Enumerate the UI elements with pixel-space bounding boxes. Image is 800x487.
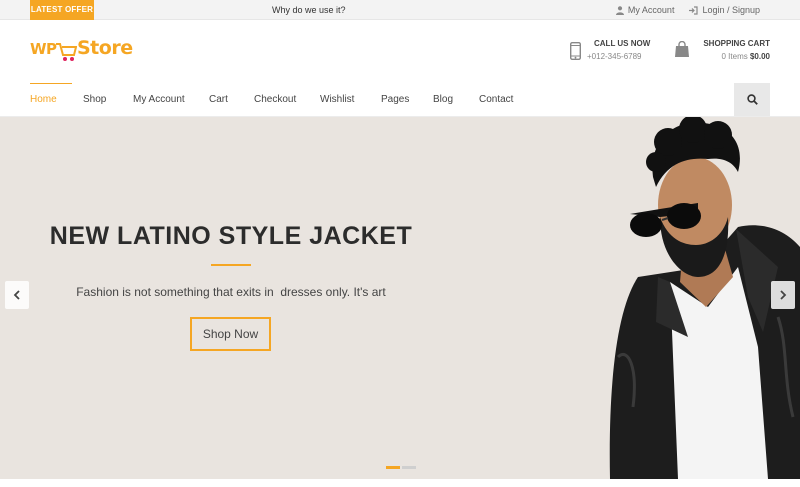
shop-now-button[interactable]: Shop Now — [190, 317, 271, 351]
site-header: WP Store CALL US NOW +012-345-6789 SHOPP… — [0, 21, 800, 83]
hero-slider: NEW LATINO STYLE JACKET Fashion is not s… — [0, 117, 800, 479]
hero-divider — [211, 264, 251, 266]
news-ticker[interactable]: Why do we use it? — [272, 0, 346, 20]
logo-store-text: Store — [77, 37, 133, 59]
logo-wp-text: WP — [30, 40, 57, 58]
chevron-left-icon — [13, 290, 20, 300]
slider-dot-2[interactable] — [402, 466, 416, 469]
shopping-bag-icon — [675, 41, 689, 57]
cart-summary: 0 Items $0.00 — [722, 52, 771, 61]
slider-next-button[interactable] — [771, 281, 795, 309]
login-icon — [689, 5, 699, 15]
nav-cart[interactable]: Cart — [209, 83, 228, 117]
latest-offer-badge[interactable]: LATEST OFFER — [30, 0, 94, 20]
slider-dot-1[interactable] — [386, 466, 400, 469]
nav-shop[interactable]: Shop — [83, 83, 106, 117]
call-us-title: CALL US NOW — [594, 39, 651, 48]
my-account-link[interactable]: My Account — [615, 5, 675, 15]
cart-total: $0.00 — [749, 52, 770, 61]
cart-icon — [56, 43, 77, 61]
slider-prev-button[interactable] — [5, 281, 29, 309]
login-signup-label: Login / Signup — [702, 5, 760, 15]
nav-contact[interactable]: Contact — [479, 83, 513, 117]
user-icon — [615, 5, 624, 15]
top-links: My Account Login / Signup — [601, 0, 760, 20]
phone-number[interactable]: +012-345-6789 — [587, 52, 642, 61]
search-icon — [746, 94, 758, 105]
login-signup-link[interactable]: Login / Signup — [689, 5, 760, 15]
nav-wishlist[interactable]: Wishlist — [320, 83, 354, 117]
cart-items-count: 0 Items — [721, 52, 748, 61]
page-bottom-strip — [0, 479, 800, 487]
top-bar: LATEST OFFER Why do we use it? My Accoun… — [0, 0, 800, 20]
hero-title: NEW LATINO STYLE JACKET — [49, 222, 413, 250]
nav-checkout[interactable]: Checkout — [254, 83, 296, 117]
hero-subtitle: Fashion is not something that exits in d… — [76, 285, 386, 299]
nav-pages[interactable]: Pages — [381, 83, 409, 117]
my-account-label: My Account — [627, 5, 675, 15]
phone-icon — [570, 42, 581, 60]
site-logo[interactable]: WP Store — [30, 37, 133, 67]
nav-blog[interactable]: Blog — [433, 83, 453, 117]
nav-my-account[interactable]: My Account — [133, 83, 185, 117]
search-button[interactable] — [734, 83, 770, 116]
slider-pagination — [386, 466, 418, 469]
shopping-cart-block[interactable]: SHOPPING CART 0 Items $0.00 — [674, 39, 770, 69]
chevron-right-icon — [780, 290, 787, 300]
main-navigation: Home Shop My Account Cart Checkout Wishl… — [0, 83, 800, 117]
nav-home[interactable]: Home — [30, 83, 57, 117]
shopping-cart-title: SHOPPING CART — [703, 39, 770, 48]
hero-model-image — [609, 117, 800, 479]
